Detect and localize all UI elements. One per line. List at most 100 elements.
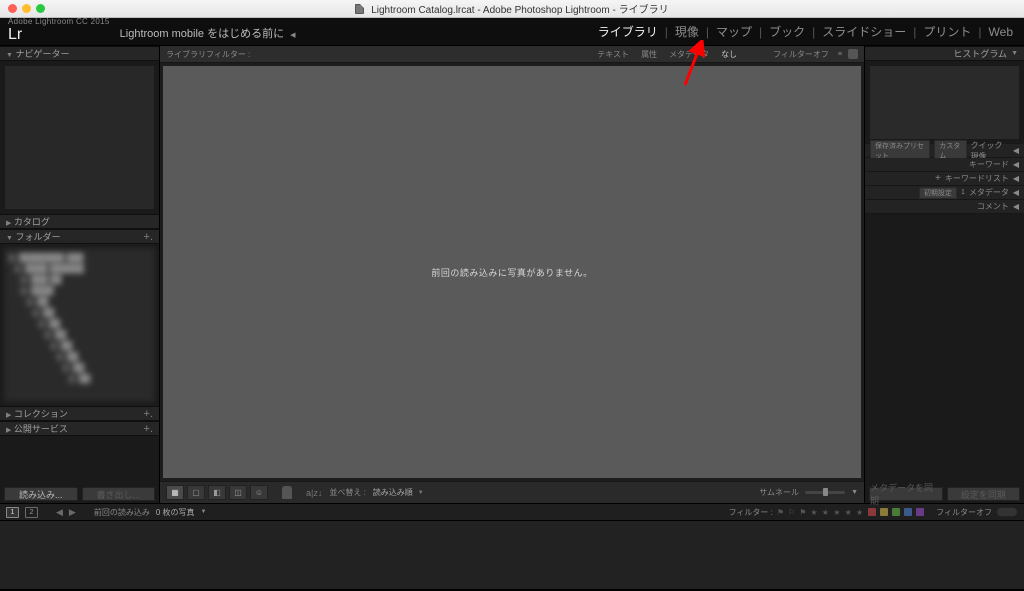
filter-tab-none[interactable]: なし [718,49,740,60]
triangle-down-icon: ▼ [6,235,13,242]
export-button[interactable]: 書き出し... [82,487,156,501]
app-topbar: Adobe Lightroom CC 2015 Lr Lightroom mob… [0,18,1024,46]
triangle-left-icon: ◀ [1013,188,1019,197]
source-label[interactable]: 前回の読み込み [94,507,150,518]
add-collection-icon[interactable]: +. [144,408,153,420]
folder-tree[interactable]: ████████ ███ ████ ██████ ███ ██ ████ ██ … [3,247,156,403]
film-filter-label: フィルター : [729,507,773,518]
keyword-row[interactable]: キーワード ◀ [865,158,1024,172]
triangle-down-icon: ▼ [6,52,13,59]
sort-direction-icon[interactable]: a|z↓ [306,488,322,498]
sync-settings-button[interactable]: 設定を同期 [947,487,1021,501]
module-slideshow[interactable]: スライドショー [821,21,907,42]
edition-label: Adobe Lightroom CC 2015 [8,18,110,26]
label-yellow[interactable] [880,508,888,516]
filter-off[interactable]: フィルターオフ [770,49,832,60]
filter-tab-attribute[interactable]: 属性 [638,49,660,60]
main-window-button[interactable]: 1 [6,507,19,518]
sort-value[interactable]: 読み込み順 [373,487,413,498]
navigator-header[interactable]: ▼ ナビゲーター [0,46,159,61]
people-view-button[interactable]: ☺ [250,485,268,500]
nav-forward-icon[interactable]: ▶ [69,507,76,518]
histogram-display[interactable] [869,65,1020,140]
triangle-right-icon: ▶ [6,412,11,419]
triangle-left-icon[interactable]: ◀ [1013,146,1019,155]
survey-view-button[interactable]: ◫ [229,485,247,500]
collections-label: コレクション [14,409,68,419]
thumbnail-size-slider[interactable] [805,491,845,494]
filter-toggle[interactable] [996,507,1018,517]
module-book[interactable]: ブック [768,21,806,42]
filter-tab-metadata[interactable]: メタデータ [666,49,712,60]
metadata-row[interactable]: 初期設定 1 メタデータ ◀ [865,186,1024,200]
grid-view[interactable]: 前回の読み込みに写真がありません。 [163,66,861,478]
module-library[interactable]: ライブラリ [597,21,659,42]
compare-view-button[interactable]: ◧ [208,485,226,500]
filter-lock-icon[interactable] [848,49,858,59]
folders-header[interactable]: ▼ フォルダー +. [0,229,159,244]
film-filter-off[interactable]: フィルターオフ [936,507,992,518]
preset-badge[interactable]: 初期設定 [919,187,957,199]
triangle-left-icon: ◀ [1013,160,1019,169]
sync-metadata-button[interactable]: メタデータを同期 [869,487,943,501]
label-red[interactable] [868,508,876,516]
toolbar-menu-icon[interactable]: ▼ [851,489,858,496]
module-map[interactable]: マップ [715,21,753,42]
folders-label: フォルダー [15,232,60,242]
flag-unflagged-icon[interactable]: ⚐ [788,508,795,517]
grid-view-button[interactable]: ▦ [166,485,184,500]
label-green[interactable] [892,508,900,516]
flag-picked-icon[interactable]: ⚑ [777,508,784,517]
publish-header[interactable]: ▶ 公開サービス +. [0,421,159,436]
keyword-label: キーワード [969,159,1009,170]
module-web[interactable]: Web [988,23,1014,41]
label-blue[interactable] [904,508,912,516]
right-panel: ヒストグラム ▼ 保存済みプリセット カスタム クイック現像 ◀ キーワード ◀… [864,46,1024,503]
label-purple[interactable] [916,508,924,516]
minimize-window-button[interactable] [22,4,31,13]
photo-count: 0 枚の写真 [156,507,195,518]
mobile-tagline[interactable]: Lightroom mobile をはじめる前に ◀ [120,25,296,41]
module-develop[interactable]: 現像 [674,21,700,42]
window-title: Lightroom Catalog.lrcat - Adobe Photosho… [0,1,1024,16]
comments-row[interactable]: コメント ◀ [865,200,1024,214]
close-window-button[interactable] [8,4,17,13]
histogram-header[interactable]: ヒストグラム ▼ [865,46,1024,61]
flag-rejected-icon[interactable]: ⚑ [799,508,806,517]
second-window-button[interactable]: 2 [25,507,38,518]
catalog-header[interactable]: ▶ カタログ [0,214,159,229]
zoom-window-button[interactable] [36,4,45,13]
add-folder-icon[interactable]: +. [144,231,153,243]
rating-filter[interactable]: ★ ★ ★ ★ ★ [810,508,864,517]
filmstrip[interactable] [0,520,1024,590]
publish-label: 公開サービス [14,424,68,434]
keyword-list-row[interactable]: + キーワードリスト ◀ [865,172,1024,186]
empty-message: 前回の読み込みに写真がありません。 [431,266,592,279]
import-button[interactable]: 読み込み... [4,487,78,501]
filter-preset-dropdown-icon[interactable]: ≡ [838,51,842,58]
navigator-preview[interactable] [4,65,155,210]
separator: | [913,25,916,39]
nav-back-icon[interactable]: ◀ [56,507,63,518]
plus-icon[interactable]: + [935,173,941,184]
center-panel: ライブラリフィルター : テキスト 属性 メタデータ なし フィルターオフ ≡ … [160,46,864,503]
sync-row: メタデータを同期 設定を同期 [865,485,1024,503]
toolbar: ▦ ▢ ◧ ◫ ☺ a|z↓ 並べ替え : 読み込み順 ▼ サムネール ▼ [160,481,864,503]
chevron-down-icon[interactable]: ▼ [201,509,207,515]
separator: | [812,25,815,39]
window-title-text: Lightroom Catalog.lrcat - Adobe Photosho… [371,5,668,16]
preset-count: 1 [961,189,965,196]
quick-develop-preset-row: 保存済みプリセット カスタム クイック現像 ◀ [865,144,1024,158]
mac-titlebar: Lightroom Catalog.lrcat - Adobe Photosho… [0,0,1024,18]
tagline-text: Lightroom mobile をはじめる前に [120,28,284,40]
filter-tab-text[interactable]: テキスト [594,49,632,60]
module-print[interactable]: プリント [922,21,972,42]
library-filter-bar: ライブラリフィルター : テキスト 属性 メタデータ なし フィルターオフ ≡ [160,46,864,63]
painter-tool[interactable] [280,485,294,500]
collections-header[interactable]: ▶ コレクション +. [0,406,159,421]
separator: | [978,25,981,39]
chevron-down-icon[interactable]: ▼ [418,490,424,496]
logo-text: Lr [8,26,22,43]
loupe-view-button[interactable]: ▢ [187,485,205,500]
add-publish-icon[interactable]: +. [144,423,153,435]
